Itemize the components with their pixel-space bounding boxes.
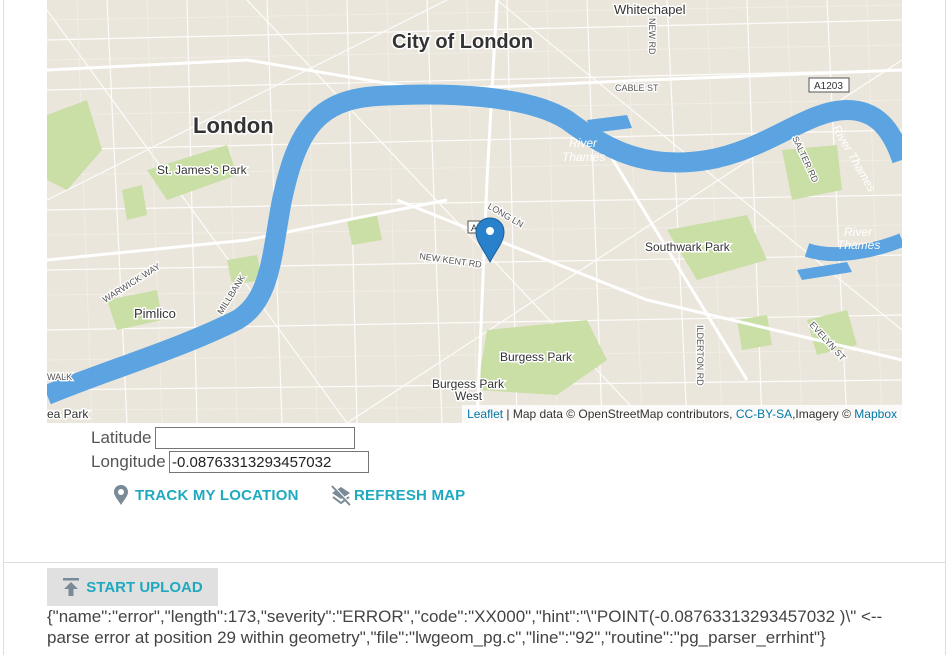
label-west: West xyxy=(455,389,483,403)
label-thames-2: Thames xyxy=(837,238,880,252)
longitude-input[interactable]: -0.08763313293457032 xyxy=(169,451,369,473)
label-southwark-park: Southwark Park xyxy=(645,240,731,254)
label-pimlico: Pimlico xyxy=(134,306,176,321)
section-divider xyxy=(4,562,945,563)
label-river-1: River xyxy=(569,136,598,150)
start-upload-button[interactable]: START UPLOAD xyxy=(47,568,218,606)
map-attribution: Leaflet | Map data © OpenStreetMap contr… xyxy=(462,405,902,423)
error-response-text: {"name":"error","length":173,"severity":… xyxy=(47,607,883,647)
map-tiles[interactable]: City of London London Whitechapel St. Ja… xyxy=(47,0,902,423)
label-burgess-park: Burgess Park xyxy=(500,350,573,364)
attribution-text: | Map data © OpenStreetMap contributors, xyxy=(503,407,736,421)
track-location-button[interactable]: TRACK MY LOCATION xyxy=(113,484,299,506)
imagery-text: ,Imagery © xyxy=(792,407,855,421)
label-walk: WALK xyxy=(47,372,72,382)
map-pin-icon xyxy=(114,485,128,505)
latitude-input[interactable] xyxy=(155,427,355,449)
a1203-badge: A1203 xyxy=(814,81,843,92)
label-whitechapel: Whitechapel xyxy=(614,2,686,17)
license-link[interactable]: CC-BY-SA xyxy=(736,407,792,421)
layers-off-icon xyxy=(331,484,352,506)
refresh-map-label: REFRESH MAP xyxy=(354,486,466,504)
map-view[interactable]: City of London London Whitechapel St. Ja… xyxy=(47,0,902,423)
track-location-label: TRACK MY LOCATION xyxy=(135,486,299,504)
label-river-2: River xyxy=(844,225,873,239)
upload-icon xyxy=(63,578,80,596)
label-st-james-park: St. James's Park xyxy=(157,163,248,177)
label-london: London xyxy=(193,113,274,138)
leaflet-link[interactable]: Leaflet xyxy=(467,407,503,421)
label-city-of-london: City of London xyxy=(392,31,533,53)
refresh-map-button[interactable]: REFRESH MAP xyxy=(330,484,465,506)
longitude-label: Longitude xyxy=(91,452,166,471)
label-ilderton-rd: ILDERTON RD xyxy=(695,325,705,386)
label-cable-st: CABLE ST xyxy=(615,83,659,93)
mapbox-link[interactable]: Mapbox xyxy=(854,407,897,421)
label-park-edge: ea Park xyxy=(47,407,89,421)
label-new-rd: NEW RD xyxy=(647,18,657,55)
label-thames-1: Thames xyxy=(562,150,605,164)
start-upload-label: START UPLOAD xyxy=(86,578,203,596)
latitude-label: Latitude xyxy=(91,428,152,447)
